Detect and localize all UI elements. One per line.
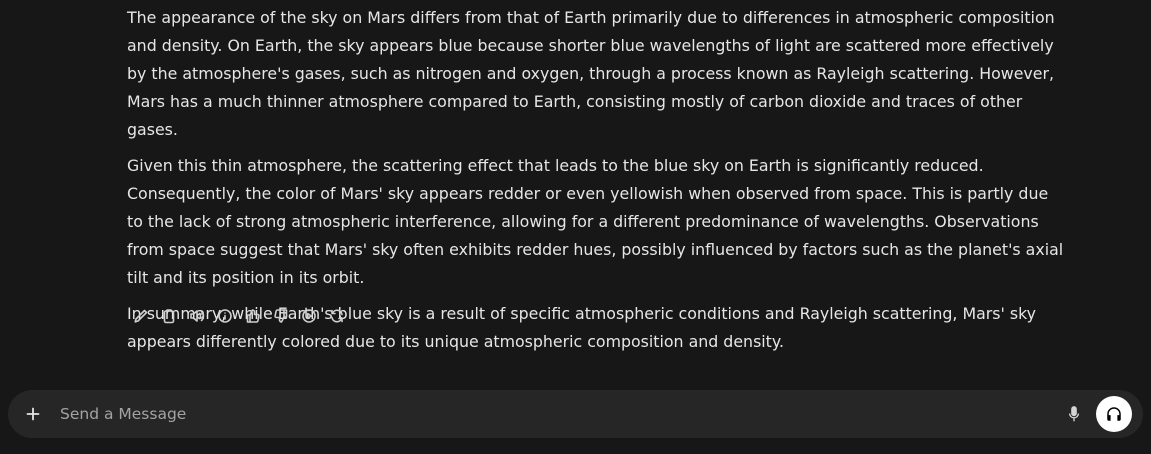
chat-page: The appearance of the sky on Mars differ…: [0, 0, 1151, 454]
continue-response-button[interactable]: [295, 304, 323, 328]
headphones-icon: [1107, 407, 1121, 421]
read-aloud-button[interactable]: [183, 304, 211, 328]
voice-input-button[interactable]: [1058, 394, 1090, 434]
play-circle-icon: [302, 309, 316, 323]
refresh-icon: [331, 309, 343, 323]
edit-button[interactable]: [127, 304, 155, 328]
thumbs-up-icon: [246, 309, 260, 323]
generation-info-button[interactable]: [211, 304, 239, 328]
copy-button[interactable]: [155, 304, 183, 328]
pencil-icon: [134, 309, 148, 323]
thumbs-down-icon: [274, 309, 288, 323]
plus-icon: [26, 407, 40, 421]
good-response-button[interactable]: [239, 304, 267, 328]
message-input[interactable]: [58, 394, 1058, 434]
voice-mode-button[interactable]: [1096, 396, 1132, 432]
message-composer: [8, 390, 1143, 438]
message-paragraph: Given this thin atmosphere, the scatteri…: [127, 156, 1064, 287]
clipboard-icon: [163, 309, 175, 324]
speaker-icon: [190, 310, 205, 322]
info-icon: [218, 309, 232, 323]
message-actions: [127, 304, 351, 328]
message-paragraph: The appearance of the sky on Mars differ…: [127, 8, 1055, 139]
microphone-icon: [1068, 406, 1080, 422]
attach-button[interactable]: [8, 390, 58, 438]
regenerate-button[interactable]: [323, 304, 351, 328]
bad-response-button[interactable]: [267, 304, 295, 328]
